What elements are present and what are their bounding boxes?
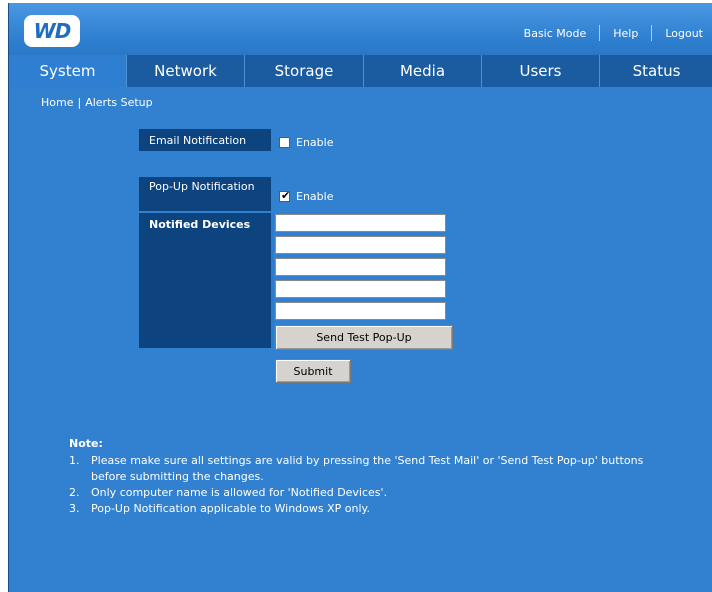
breadcrumb-separator: | [77, 96, 82, 109]
basic-mode-link[interactable]: Basic Mode [524, 27, 587, 40]
breadcrumb-home[interactable]: Home [41, 96, 73, 109]
notes-section: Note: 1. Please make sure all settings a… [69, 437, 669, 517]
send-test-popup-button[interactable]: Send Test Pop-Up [275, 325, 453, 350]
note-title: Note: [69, 437, 103, 450]
checkbox-box[interactable]: ✔ [279, 189, 291, 202]
link-divider [599, 25, 601, 41]
tab-storage[interactable]: Storage [245, 55, 364, 87]
app-frame: WD Basic Mode Help Logout System Network… [8, 3, 712, 592]
main-nav: System Network Storage Media Users Statu… [9, 55, 712, 87]
note-number: 3. [69, 502, 80, 515]
top-links: Basic Mode Help Logout [524, 25, 703, 41]
note-item: 1. Please make sure all settings are val… [69, 453, 669, 485]
note-number: 2. [69, 486, 80, 499]
wd-logo: WD [24, 15, 80, 47]
email-notification-label: Email Notification [139, 129, 271, 151]
checkbox-box[interactable] [279, 137, 290, 148]
device-input-1[interactable] [275, 214, 446, 232]
email-enable-label: Enable [296, 136, 334, 149]
note-item: 2. Only computer name is allowed for 'No… [69, 485, 669, 501]
device-input-3[interactable] [275, 258, 446, 276]
popup-enable-checkbox[interactable]: ✔ Enable [279, 189, 334, 203]
note-number: 1. [69, 454, 80, 467]
column-divider [271, 213, 274, 348]
email-enable-checkbox[interactable]: Enable [279, 136, 333, 149]
top-bar: WD Basic Mode Help Logout [9, 3, 712, 55]
tab-users[interactable]: Users [482, 55, 600, 87]
tab-network[interactable]: Network [127, 55, 245, 87]
breadcrumb: Home | Alerts Setup [41, 96, 153, 109]
help-link[interactable]: Help [613, 27, 638, 40]
tab-system[interactable]: System [9, 55, 127, 87]
check-icon: ✔ [281, 189, 291, 202]
note-text: Only computer name is allowed for 'Notif… [91, 486, 388, 499]
tab-status[interactable]: Status [600, 55, 712, 87]
tab-media[interactable]: Media [364, 55, 482, 87]
note-text: Pop-Up Notification applicable to Window… [91, 502, 370, 515]
breadcrumb-current: Alerts Setup [85, 96, 153, 109]
popup-notification-label: Pop-Up Notification [139, 177, 271, 211]
popup-enable-label: Enable [296, 190, 334, 203]
device-input-5[interactable] [275, 302, 446, 320]
logo-text: WD [33, 19, 72, 43]
submit-button[interactable]: Submit [275, 359, 351, 383]
logout-link[interactable]: Logout [665, 27, 703, 40]
device-input-4[interactable] [275, 280, 446, 298]
note-text: Please make sure all settings are valid … [91, 454, 644, 483]
link-divider [651, 25, 653, 41]
note-item: 3. Pop-Up Notification applicable to Win… [69, 501, 669, 517]
device-input-2[interactable] [275, 236, 446, 254]
notified-devices-label: Notified Devices [139, 213, 271, 348]
